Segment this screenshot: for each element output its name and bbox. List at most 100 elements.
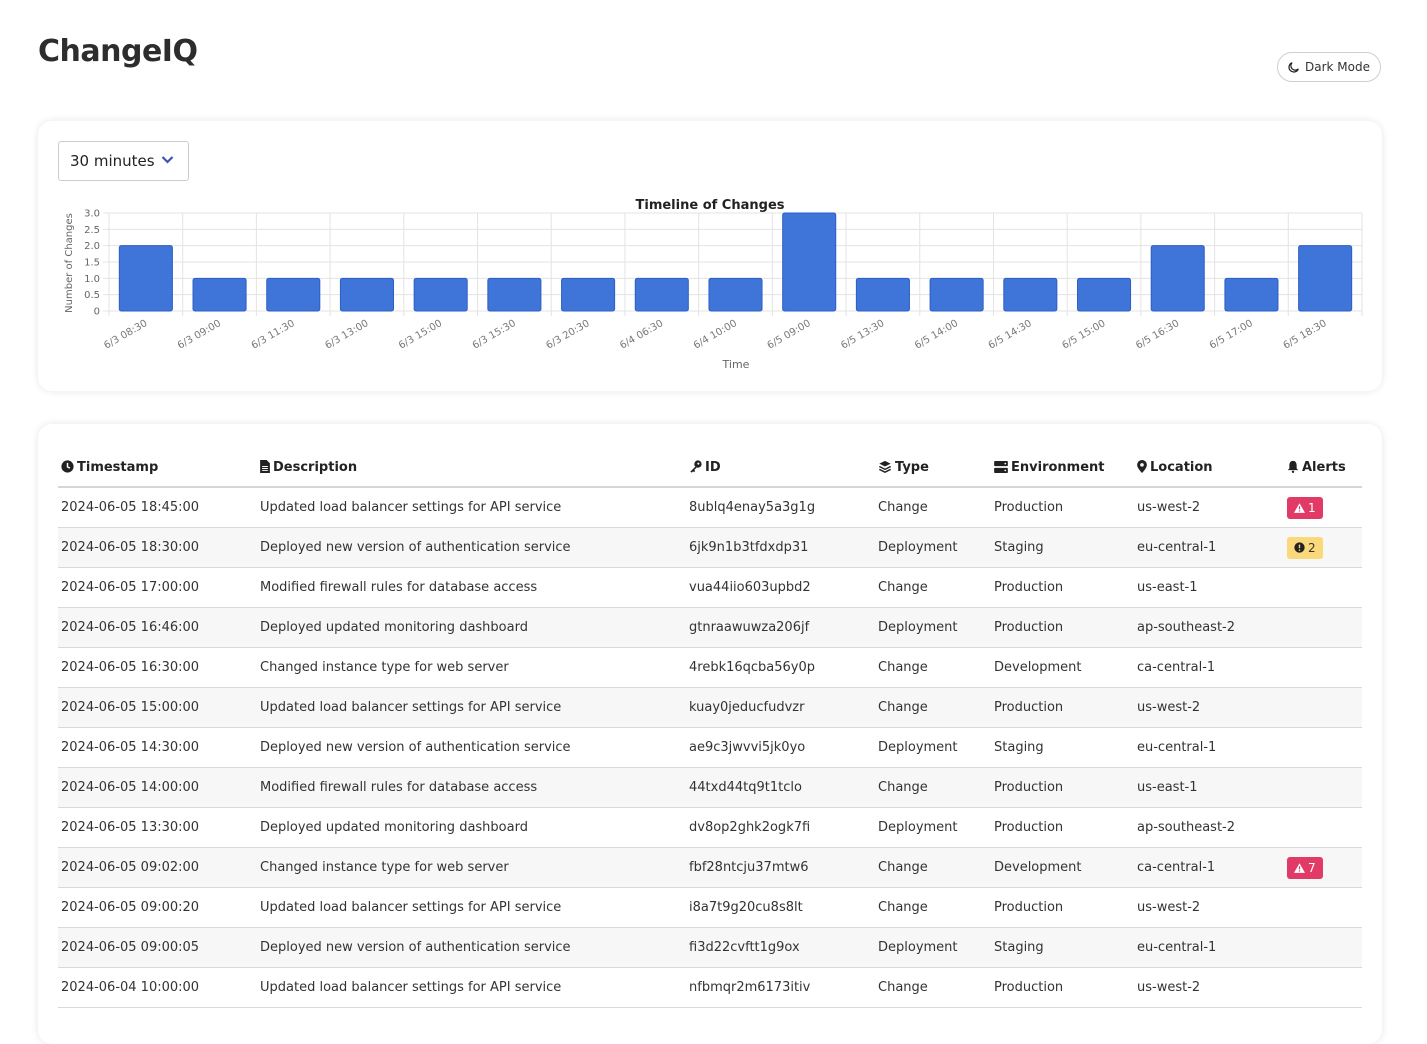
header-timestamp[interactable]: Timestamp: [58, 448, 257, 488]
cell-timestamp: 2024-06-05 09:02:00: [58, 847, 257, 888]
x-tick-label: 6/5 16:30: [1134, 318, 1181, 352]
y-tick-label: 2.5: [84, 225, 100, 236]
cell-type: Change: [875, 887, 991, 928]
chart-card: 30 minutes 0 0.5 1.0 1.5 2.0 2.5 3.0 6/3 08:30 6…: [38, 121, 1382, 391]
x-tick-label: 6/5 09:00: [766, 318, 813, 352]
cell-description: Deployed new version of authentication s…: [257, 927, 686, 968]
cell-environment: Development: [991, 847, 1134, 888]
cell-location: us-east-1: [1134, 767, 1284, 808]
cell-environment: Production: [991, 567, 1134, 608]
server-icon: [994, 460, 1008, 473]
cell-description: Updated load balancer settings for API s…: [257, 887, 686, 928]
cell-type: Change: [875, 647, 991, 688]
chart-bar: [339, 277, 395, 312]
cell-description: Changed instance type for web server: [257, 847, 686, 888]
app-title: ChangeIQ: [38, 34, 198, 69]
dark-mode-label: Dark Mode: [1305, 60, 1370, 74]
x-tick-label: 6/5 18:30: [1281, 318, 1328, 352]
cell-environment: Production: [991, 607, 1134, 648]
cell-location: ca-central-1: [1134, 847, 1284, 888]
cell-location: us-west-2: [1134, 487, 1284, 528]
changes-table: Timestamp Description ID Type Environmen…: [58, 448, 1362, 1008]
table-row[interactable]: 2024-06-05 16:30:00 Changed instance type…: [58, 647, 1362, 688]
header-location[interactable]: Location: [1134, 448, 1284, 488]
bell-icon: [1287, 460, 1299, 473]
table-row[interactable]: 2024-06-05 15:00:00 Updated load balancer…: [58, 687, 1362, 728]
chart-bar: [561, 277, 616, 312]
table-row[interactable]: 2024-06-05 09:02:00 Changed instance type…: [58, 847, 1362, 888]
table-row[interactable]: 2024-06-05 17:00:00 Modified firewall rul…: [58, 567, 1362, 608]
table-row[interactable]: 2024-06-05 09:00:05 Deployed new version …: [58, 927, 1362, 968]
cell-type: Change: [875, 487, 991, 528]
header-id[interactable]: ID: [686, 448, 875, 488]
table-header-row: Timestamp Description ID Type Environmen…: [58, 448, 1362, 488]
alert-count: 1: [1308, 500, 1316, 515]
cell-id: i8a7t9g20cu8s8lt: [686, 887, 875, 928]
changes-table-card: Timestamp Description ID Type Environmen…: [38, 424, 1382, 1044]
cell-description: Updated load balancer settings for API s…: [257, 487, 686, 528]
cell-id: 4rebk16qcba56y0p: [686, 647, 875, 688]
cell-type: Change: [875, 967, 991, 1008]
x-tick-label: 6/3 08:30: [102, 318, 149, 352]
table-row[interactable]: 2024-06-05 14:00:00 Modified firewall rul…: [58, 767, 1362, 808]
table-row[interactable]: 2024-06-05 14:30:00 Deployed new version …: [58, 727, 1362, 768]
x-tick-label: 6/5 14:30: [987, 318, 1034, 352]
layers-icon: [878, 460, 892, 473]
cell-location: ca-central-1: [1134, 647, 1284, 688]
x-tick-label: 6/5 17:00: [1208, 318, 1255, 352]
y-tick-label: 1.0: [84, 274, 100, 285]
cell-location: us-east-1: [1134, 567, 1284, 608]
chart-bar: [708, 277, 763, 312]
alert-badge[interactable]: 2: [1287, 536, 1323, 559]
cell-type: Deployment: [875, 927, 991, 968]
cell-environment: Production: [991, 967, 1134, 1008]
cell-alerts: [1284, 927, 1362, 968]
header-type[interactable]: Type: [875, 448, 991, 488]
table-row[interactable]: 2024-06-05 18:30:00 Deployed new version …: [58, 527, 1362, 568]
cell-description: Deployed updated monitoring dashboard: [257, 807, 686, 848]
cell-alerts: [1284, 967, 1362, 1008]
cell-timestamp: 2024-06-05 16:46:00: [58, 607, 257, 648]
cell-timestamp: 2024-06-05 15:00:00: [58, 687, 257, 728]
cell-location: eu-central-1: [1134, 727, 1284, 768]
alert-count: 2: [1308, 540, 1316, 555]
header-description[interactable]: Description: [257, 448, 686, 488]
alert-badge[interactable]: 7: [1287, 856, 1323, 879]
table-row[interactable]: 2024-06-05 16:46:00 Deployed updated moni…: [58, 607, 1362, 648]
cell-alerts: [1284, 647, 1362, 688]
header-alerts[interactable]: Alerts: [1284, 448, 1362, 488]
cell-alerts: [1284, 767, 1362, 808]
cell-environment: Production: [991, 807, 1134, 848]
cell-alerts: [1284, 607, 1362, 648]
exclamation-circle-icon: [1294, 542, 1305, 553]
x-tick-label: 6/3 11:30: [250, 318, 297, 352]
cell-id: nfbmqr2m6173itiv: [686, 967, 875, 1008]
cell-alerts: [1284, 687, 1362, 728]
x-tick-label: 6/3 15:30: [471, 318, 518, 352]
clock-icon: [61, 459, 74, 473]
cell-id: 6jk9n1b3tfdxdp31: [686, 527, 875, 568]
cell-id: fbf28ntcju37mtw6: [686, 847, 875, 888]
cell-timestamp: 2024-06-05 18:30:00: [58, 527, 257, 568]
cell-type: Change: [875, 847, 991, 888]
cell-alerts: [1284, 887, 1362, 928]
header-environment[interactable]: Environment: [991, 448, 1134, 488]
key-icon: [690, 459, 702, 473]
alert-badge[interactable]: 1: [1287, 496, 1323, 519]
cell-environment: Staging: [991, 727, 1134, 768]
chart-bar: [413, 277, 468, 312]
cell-id: vua44iio603upbd2: [686, 567, 875, 608]
chart-bar: [634, 277, 689, 312]
table-row[interactable]: 2024-06-05 13:30:00 Deployed updated moni…: [58, 807, 1362, 848]
cell-description: Deployed new version of authentication s…: [257, 727, 686, 768]
dark-mode-button[interactable]: Dark Mode: [1277, 52, 1381, 82]
cell-type: Change: [875, 767, 991, 808]
cell-alerts: 7: [1284, 847, 1362, 888]
cell-timestamp: 2024-06-05 16:30:00: [58, 647, 257, 688]
table-row[interactable]: 2024-06-04 10:00:00 Updated load balancer…: [58, 967, 1362, 1008]
y-axis-label: Number of Changes: [64, 213, 75, 313]
table-row[interactable]: 2024-06-05 18:45:00 Updated load balancer…: [58, 487, 1362, 528]
chart-bar: [855, 277, 910, 312]
table-row[interactable]: 2024-06-05 09:00:20 Updated load balancer…: [58, 887, 1362, 928]
cell-timestamp: 2024-06-05 18:45:00: [58, 487, 257, 528]
